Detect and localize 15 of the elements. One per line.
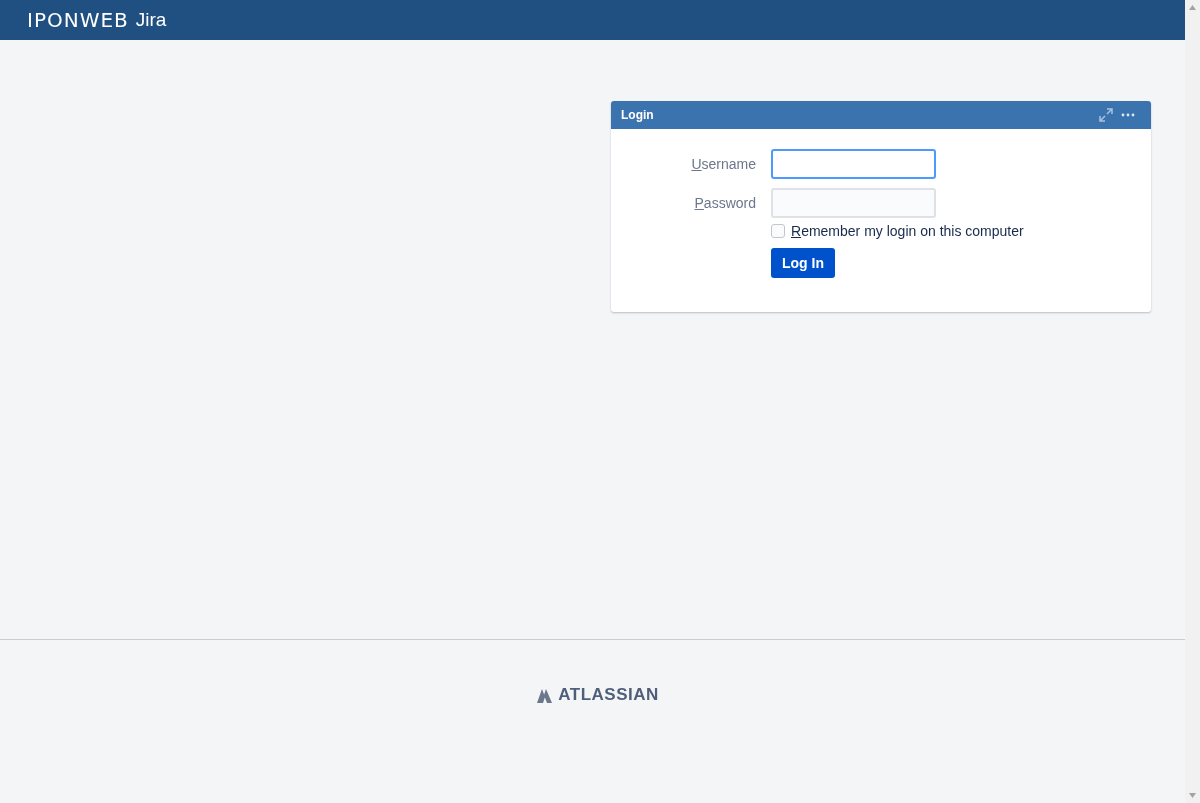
log-in-button[interactable]: Log In <box>771 248 835 278</box>
panel-title: Login <box>621 108 654 122</box>
expand-icon[interactable] <box>1099 108 1113 122</box>
scroll-up-icon[interactable] <box>1189 5 1196 10</box>
checkbox-label[interactable]: Remember my login on this computer <box>791 223 1024 239</box>
scrollbar[interactable] <box>1185 0 1200 803</box>
product-name: Jira <box>135 9 167 31</box>
field-label: Password <box>693 195 757 211</box>
scroll-down-icon[interactable] <box>1189 793 1196 798</box>
atlassian-logo[interactable]: ATLASSIAN <box>536 685 659 705</box>
logo[interactable]: IPONWEB <box>27 8 129 32</box>
field-label: Username <box>690 156 757 172</box>
checkbox[interactable] <box>771 224 785 238</box>
more-icon[interactable] <box>1121 113 1135 117</box>
input-field[interactable] <box>771 149 936 179</box>
